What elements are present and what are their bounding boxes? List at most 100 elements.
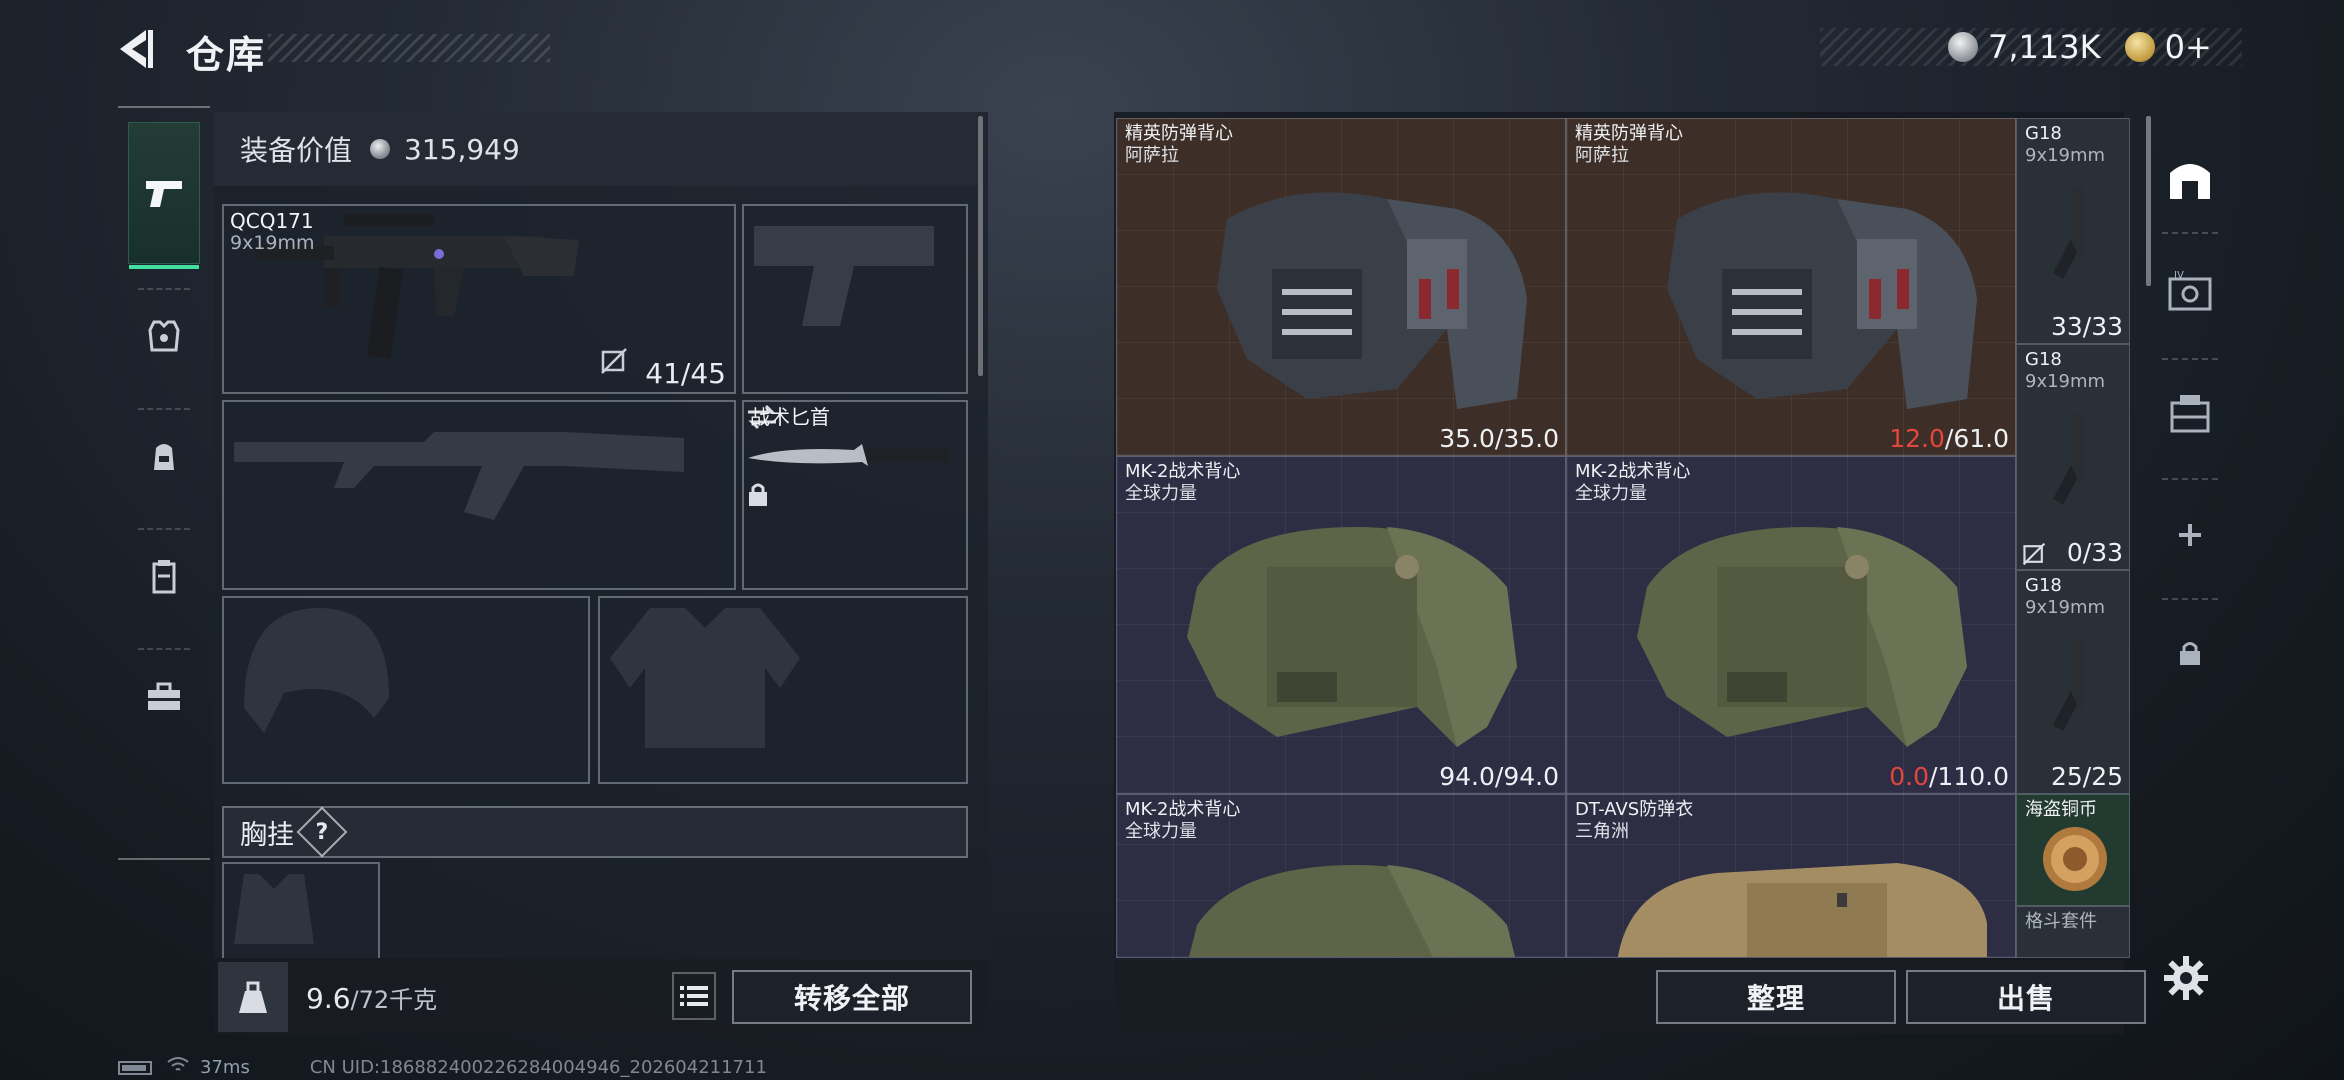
tab-armor[interactable] [128,300,200,372]
item-name: G18 [2025,575,2062,596]
backpack-icon [154,444,174,470]
silver-currency[interactable]: 7,113K [1948,28,2125,66]
back-button[interactable] [112,24,162,74]
loadout-scrollbar[interactable] [978,116,983,376]
item-ammo: 33/33 [2050,312,2123,341]
helmet-slot[interactable] [222,596,590,784]
item-name: MK-2战术背心 [1575,461,1691,482]
item-ammo: 0/33 [2066,538,2123,567]
silver-coin-icon [1948,32,1978,62]
item-name: 格斗套件 [2025,911,2097,932]
durability-current: 12.0 [1889,424,1945,453]
item-name: 精英防弹背心 [1125,123,1233,144]
stash-scrollbar[interactable] [2146,116,2151,286]
item-caliber: 9x19mm [2025,597,2106,618]
lock-icon [749,483,767,506]
stash-item-elite-vest-2[interactable]: 精英防弹背心 阿萨拉 12.0/61.0 [1566,118,2016,456]
sell-button[interactable]: 出售 [1906,970,2146,1024]
helmet-silhouette-icon [244,608,389,733]
status-bar: 37ms CN UID:186882400226284004946_202604… [118,1056,787,1079]
equipment-value-label: 装备价值 [240,134,353,167]
stash-tab-main[interactable] [2156,140,2224,218]
no-insurance-icon [2022,542,2046,566]
pistol-icon [2053,639,2085,731]
tab-toolbox[interactable] [128,660,200,732]
item-durability: 94.0/94.0 [1439,762,1559,791]
primary-weapon-slot[interactable]: QCQ171 9x19mm 41/45 [222,204,736,394]
item-durability: 35.0/35.0 [1439,424,1559,453]
crate-icon [2170,395,2210,433]
item-name: MK-2战术背心 [1125,799,1241,820]
weight-max: /72千克 [350,986,438,1014]
help-button[interactable]: ? [296,806,348,858]
tab-separator [138,528,190,530]
list-icon [680,986,708,1006]
stash-item-g18-2[interactable]: G18 9x19mm 0/33 [2016,344,2130,570]
locked-stash-tab[interactable] [2156,614,2224,692]
battery-icon [118,1060,152,1075]
durability-max: /94.0 [1494,762,1559,791]
tab-container[interactable] [128,540,200,612]
chest-rig-silhouette-icon [234,874,314,944]
stash-item-elite-vest-1[interactable]: 精英防弹背心 阿萨拉 35.0/35.0 [1116,118,1566,456]
rifle-silhouette-icon [234,432,684,520]
item-name: 海盗铜币 [2025,799,2097,820]
chest-rig-header: 胸挂 ? [222,806,968,858]
settings-button[interactable] [2162,954,2212,1004]
item-caliber: 9x19mm [2025,371,2106,392]
ping-value: 37ms [200,1057,250,1078]
durability-max: /35.0 [1494,424,1559,453]
item-name: G18 [2025,349,2062,370]
list-view-button[interactable] [672,972,716,1020]
add-stash-tab-button[interactable] [2156,496,2224,574]
stash-item-pirate-coin[interactable]: 海盗铜币 [2016,794,2130,906]
wifi-icon [166,1056,190,1079]
chest-rig-slot[interactable] [222,862,380,958]
transfer-all-button[interactable]: 转移全部 [732,970,972,1024]
stash-tab-3[interactable] [2156,374,2224,452]
pistol-icon [2053,187,2085,279]
sidearm-slot[interactable] [742,204,968,394]
item-caliber: 9x19mm [2025,145,2106,166]
item-name: 精英防弹背心 [1575,123,1683,144]
carry-weight: 9.6/72千克 [306,980,437,1015]
currency-bar: 7,113K 0+ [1820,28,2242,66]
stash-item-g18-3[interactable]: G18 9x19mm 25/25 [2016,570,2130,794]
body-armor-slot[interactable] [598,596,968,784]
sort-button[interactable]: 整理 [1656,970,1896,1024]
tactical-vest-icon [1189,865,1515,957]
gear-icon [2164,956,2208,1000]
weight-icon [239,981,267,1013]
vest-icon [148,320,180,352]
item-durability: 12.0/61.0 [1889,424,2009,453]
silver-coin-icon [370,139,391,159]
tab-weapons[interactable] [128,122,200,269]
tab-backpack[interactable] [128,420,200,492]
durability-max: /61.0 [1944,424,2009,453]
stash-item-fight-kit[interactable]: 格斗套件 [2016,906,2130,958]
plate-carrier-icon [1618,863,1987,957]
stash-item-mk2-vest-1[interactable]: MK-2战术背心 全球力量 94.0/94.0 [1116,456,1566,794]
stash-side-nav: IV [2156,112,2224,742]
tab-separator [138,288,190,290]
stash-item-g18-1[interactable]: G18 9x19mm 33/33 [2016,118,2130,344]
user-uid: CN UID:186882400226284004946_20260421171… [309,1057,767,1078]
secondary-weapon-slot[interactable] [222,400,736,590]
pistol-icon [2053,413,2085,505]
stash-item-dt-avs-armor[interactable]: DT-AVS防弹衣 三角洲 [1566,794,2016,958]
nav-separator [2162,232,2218,234]
stash-tab-2[interactable]: IV [2156,254,2224,332]
loadout-tabs [118,106,210,860]
melee-slot[interactable]: 战术匕首 [742,400,968,590]
gold-currency[interactable]: 0+ [2124,28,2236,66]
stash-item-mk2-vest-2[interactable]: MK-2战术背心 全球力量 0.0/110.0 [1566,456,2016,794]
toolbox-icon [148,682,180,710]
stash-item-mk2-vest-3[interactable]: MK-2战术背心 全球力量 [1116,794,1566,958]
item-durability: 0.0/110.0 [1889,762,2009,791]
page-title: 仓库 [186,33,267,77]
knife-icon [748,444,950,466]
weight-icon-box [218,962,288,1032]
durability-current: 35.0 [1439,424,1495,453]
melee-name: 战术匕首 [750,405,830,429]
armor-silhouette-icon [610,608,800,748]
